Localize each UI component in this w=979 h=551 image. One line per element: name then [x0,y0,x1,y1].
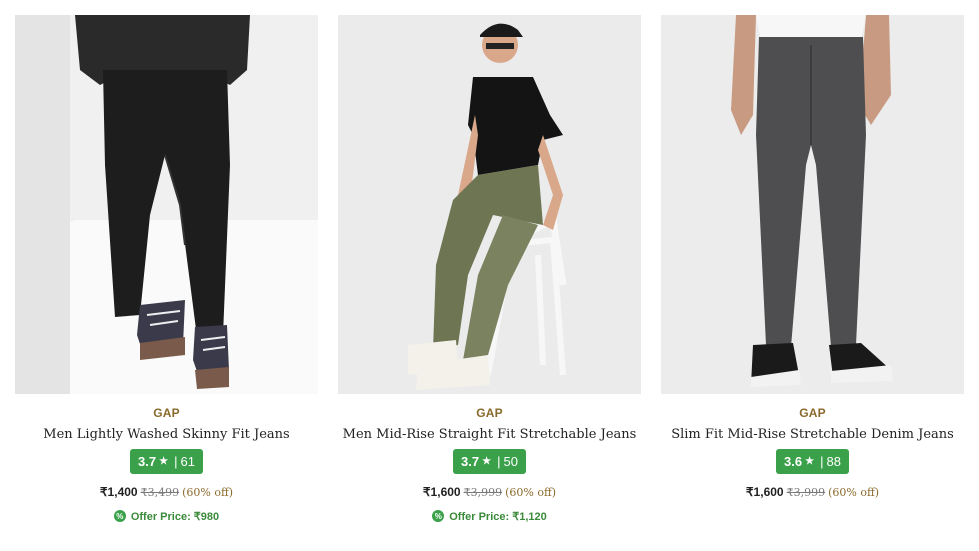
rating-value: 3.6 [784,454,803,469]
selling-price: ₹1,400 [99,485,138,499]
star-icon: ★ [805,456,815,467]
product-name[interactable]: Men Mid-Rise Straight Fit Stretchable Je… [338,427,641,444]
product-image[interactable] [661,15,964,394]
rating-separator: | [174,454,178,469]
product-name[interactable]: Slim Fit Mid-Rise Stretchable Denim Jean… [661,427,964,444]
rating-value: 3.7 [138,454,157,469]
discount-percent: (60% off) [505,486,557,499]
rating-separator: | [820,454,824,469]
rating-badge: 3.6 ★ | 88 [776,449,849,474]
rating-count: 50 [503,454,518,469]
rating-count: 88 [826,454,841,469]
brand-name: GAP [153,406,180,420]
original-price: ₹3,999 [463,486,503,499]
offer-tag-icon: % [113,510,126,522]
product-image[interactable] [15,15,318,394]
star-icon: ★ [159,456,169,467]
star-icon: ★ [482,456,492,467]
price-row: ₹1,600 ₹3,999 (60% off) [338,485,641,501]
brand-name: GAP [799,406,826,420]
product-grid: GAP Men Lightly Washed Skinny Fit Jeans … [0,0,979,551]
offer-price-label: Offer Price: ₹980 [130,510,220,523]
rating-separator: | [497,454,501,469]
product-card[interactable]: GAP Slim Fit Mid-Rise Stretchable Denim … [661,15,964,501]
offer-tag-icon: % [432,510,445,522]
product-card[interactable]: GAP Men Lightly Washed Skinny Fit Jeans … [15,15,318,524]
offer-price: % Offer Price: ₹980 [15,508,318,524]
rating-badge: 3.7 ★ | 61 [130,449,203,474]
selling-price: ₹1,600 [745,485,784,499]
rating-badge: 3.7 ★ | 50 [453,449,526,474]
selling-price: ₹1,600 [422,485,461,499]
product-image[interactable] [338,15,641,394]
price-row: ₹1,600 ₹3,999 (60% off) [661,485,964,501]
discount-percent: (60% off) [182,486,234,499]
original-price: ₹3,999 [786,486,826,499]
rating-count: 61 [180,454,195,469]
price-row: ₹1,400 ₹3,499 (60% off) [15,485,318,501]
rating-value: 3.7 [461,454,480,469]
product-card[interactable]: GAP Men Mid-Rise Straight Fit Stretchabl… [338,15,641,524]
discount-percent: (60% off) [828,486,880,499]
original-price: ₹3,499 [140,486,180,499]
brand-name: GAP [476,406,503,420]
product-name[interactable]: Men Lightly Washed Skinny Fit Jeans [15,427,318,444]
offer-price: % Offer Price: ₹1,120 [338,508,641,524]
offer-price-label: Offer Price: ₹1,120 [449,510,547,523]
